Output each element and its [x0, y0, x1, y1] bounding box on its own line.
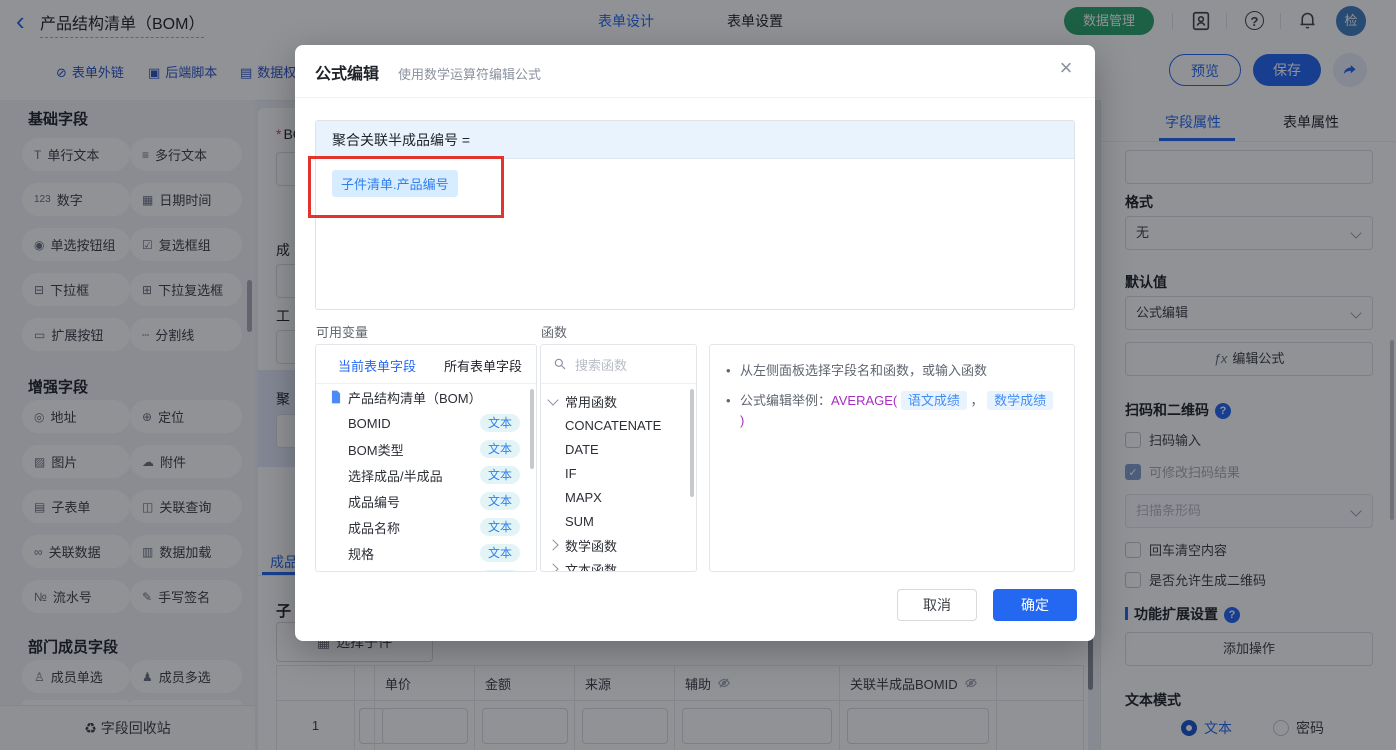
fn-name: MAPX: [565, 489, 602, 505]
type-badge: 文本: [479, 492, 520, 510]
tree-root-label: 产品结构清单（BOM）: [348, 390, 482, 406]
fn-item-mapx[interactable]: MAPX: [541, 485, 696, 509]
tree-field-product-code[interactable]: 成品编号 文本: [316, 489, 536, 513]
cancel-button[interactable]: 取消: [897, 589, 977, 621]
tree-field-bom-type[interactable]: BOM类型 文本: [316, 437, 536, 461]
confirm-button[interactable]: 确定: [993, 589, 1077, 621]
function-search-input[interactable]: [573, 355, 687, 375]
list-scrollbar[interactable]: [530, 389, 534, 469]
fn-open-token: AVERAGE(: [831, 393, 898, 408]
fn-item-sum[interactable]: SUM: [541, 509, 696, 533]
variables-panel: 当前表单字段 所有表单字段 产品结构清单（BOM） BOMID 文本 BOM类型文…: [315, 344, 537, 572]
tree-field-spec[interactable]: 规格 文本: [316, 541, 536, 565]
comma-token: ，: [970, 393, 984, 408]
fn-item-date[interactable]: DATE: [541, 437, 696, 461]
type-badge: 文本: [479, 440, 520, 458]
app-screen: ‹ 产品结构清单（BOM） 表单设计 表单设置 数据管理 ? 检 ⊘ 表单外链 ▣…: [0, 0, 1396, 750]
fn-group-label: 数学函数: [565, 538, 618, 554]
example-field-chip: 数学成绩: [987, 391, 1054, 410]
fn-name: IF: [565, 465, 577, 481]
field-name: 规格: [348, 546, 375, 562]
hint-line-1: 从左侧面板选择字段名和函数，或输入函数: [724, 361, 1060, 381]
fn-group-text[interactable]: 文本函数: [541, 557, 696, 572]
tab-all-form-fields[interactable]: 所有表单字段: [444, 356, 522, 375]
fn-name: CONCATENATE: [565, 417, 662, 433]
type-badge: 文本: [479, 414, 520, 432]
formula-edit-modal: 公式编辑 使用数学运算符编辑公式 × 聚合关联半成品编号 = 子件清单.产品编号…: [295, 45, 1095, 641]
type-badge: 文本: [479, 466, 520, 484]
fn-close-token: ): [740, 413, 745, 428]
tree-root-form[interactable]: 产品结构清单（BOM）: [316, 385, 536, 409]
tree-field-partial[interactable]: 文本: [316, 567, 536, 571]
list-scrollbar[interactable]: [690, 389, 694, 497]
fn-group-label: 文本函数: [565, 562, 618, 572]
example-field-chip: 语文成绩: [900, 391, 967, 410]
search-icon: [554, 358, 566, 370]
hint-line-2: 公式编辑举例：AVERAGE( 语文成绩 ， 数学成绩 ): [724, 391, 1060, 431]
divider: [316, 383, 536, 384]
fn-name: DATE: [565, 441, 599, 457]
fn-group-common[interactable]: 常用函数: [541, 389, 696, 413]
functions-panel: 常用函数 CONCATENATE DATE IF MAPX SUM 数学函数 文…: [540, 344, 697, 572]
field-name: 选择成品/半成品: [348, 468, 443, 484]
fn-group-label: 常用函数: [565, 394, 618, 410]
document-icon: [331, 390, 341, 404]
close-icon[interactable]: ×: [1053, 55, 1079, 81]
chevron-right-icon: [547, 539, 559, 551]
modal-subtitle: 使用数学运算符编辑公式: [398, 67, 542, 82]
fn-item-concatenate[interactable]: CONCATENATE: [541, 413, 696, 437]
formula-target: 聚合关联半成品编号 =: [316, 121, 1074, 159]
type-badge: 文本: [479, 570, 520, 571]
tab-current-form-fields[interactable]: 当前表单字段: [338, 356, 416, 375]
tree-field-product-name[interactable]: 成品名称 文本: [316, 515, 536, 539]
divider: [541, 383, 696, 384]
type-badge: 文本: [479, 544, 520, 562]
divider: [295, 97, 1095, 98]
fn-name: SUM: [565, 513, 594, 529]
field-name: BOMID: [348, 415, 391, 431]
hint-prefix: 公式编辑举例：: [740, 393, 832, 408]
functions-label: 函数: [541, 325, 568, 340]
chevron-down-icon: [547, 393, 559, 406]
type-badge: 文本: [479, 518, 520, 536]
field-name: BOM类型: [348, 442, 404, 458]
field-name: 成品编号: [348, 494, 401, 510]
annotation-highlight-box: [308, 156, 504, 218]
fn-item-if[interactable]: IF: [541, 461, 696, 485]
tree-field-bomid[interactable]: BOMID 文本: [316, 411, 536, 435]
hints-panel: 从左侧面板选择字段名和函数，或输入函数 公式编辑举例：AVERAGE( 语文成绩…: [709, 344, 1075, 572]
tree-field-select-product[interactable]: 选择成品/半成品 文本: [316, 463, 536, 487]
fn-group-math[interactable]: 数学函数: [541, 533, 696, 557]
field-name: 成品名称: [348, 520, 401, 536]
chevron-right-icon: [547, 563, 559, 571]
modal-title: 公式编辑: [315, 66, 380, 83]
variables-label: 可用变量: [316, 325, 369, 340]
